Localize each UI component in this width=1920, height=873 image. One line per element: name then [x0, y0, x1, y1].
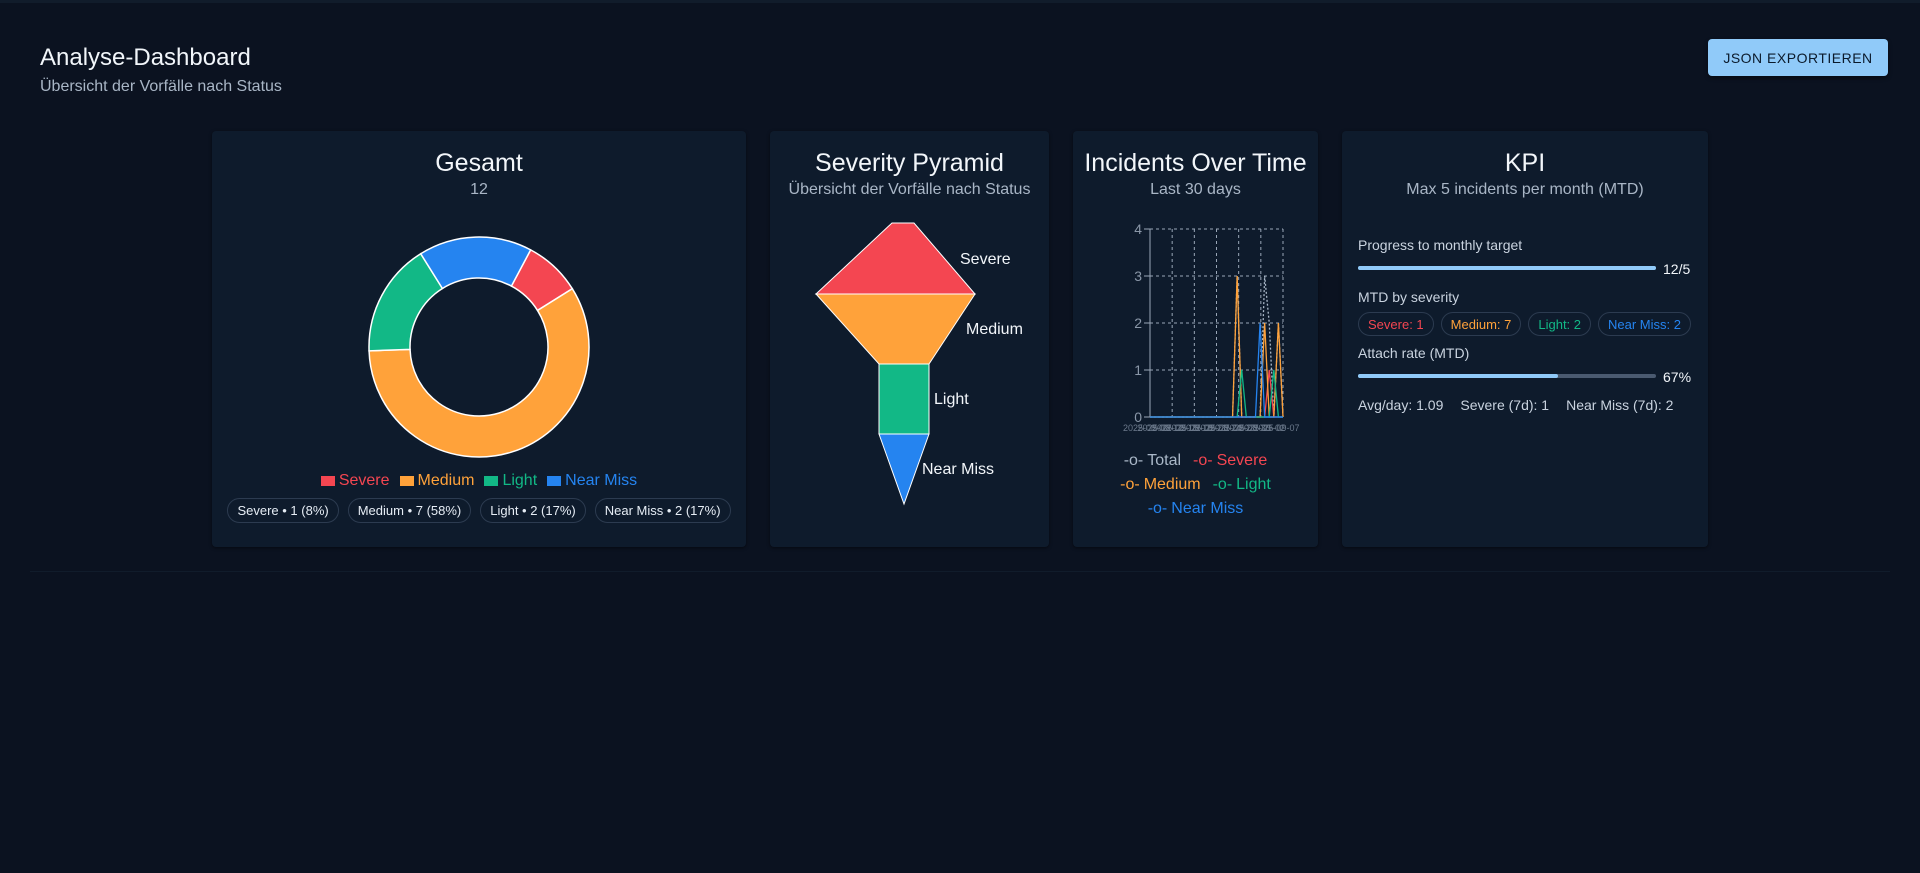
mtd-chip-medium: Medium: 7	[1440, 312, 1522, 336]
y-tick-label: 3	[1134, 268, 1142, 284]
pyramid-label-severe: Severe	[960, 251, 1011, 268]
progress-value: 12/5	[1663, 261, 1691, 277]
pyramid-label-near-miss: Near Miss	[922, 461, 994, 478]
donut-legend: Severe Medium Light Near Miss	[212, 472, 746, 490]
top-border	[0, 0, 1920, 3]
legend-item-light[interactable]: Light	[484, 472, 537, 490]
page-header: Analyse-Dashboard Übersicht der Vorfälle…	[40, 44, 282, 96]
mtd-chip-severe: Severe: 1	[1358, 312, 1434, 336]
tl-item-light[interactable]: -o- Light	[1213, 476, 1271, 494]
pyramid-segment-severe[interactable]	[814, 222, 977, 295]
bottom-divider	[30, 571, 1890, 572]
chip-medium: Medium • 7 (58%)	[347, 498, 472, 523]
legend-item-near-miss[interactable]: Near Miss	[547, 472, 637, 490]
legend-label-severe: Severe	[338, 472, 390, 489]
legend-swatch-medium	[399, 476, 414, 486]
pyramid-label-medium: Medium	[966, 321, 1023, 338]
kpi-card: KPI Max 5 incidents per month (MTD) Prog…	[1342, 131, 1708, 547]
legend-label-near-miss: Near Miss	[565, 472, 638, 489]
progress-bar	[1358, 266, 1656, 270]
donut-chips: Severe • 1 (8%) Medium • 7 (58%) Light •…	[212, 498, 746, 523]
donut-slice-near-miss[interactable]	[419, 236, 532, 290]
pyramid-segment-light[interactable]	[878, 363, 930, 435]
legend-swatch-severe	[320, 476, 335, 486]
stat-severe-7d: Severe (7d): 1	[1460, 397, 1550, 413]
incidents-line-chart: 012342025-08-092025-08-122025-08-152025-…	[1123, 221, 1300, 433]
tl-item-medium[interactable]: -o- Medium	[1120, 476, 1200, 494]
stat-near-miss-7d: Near Miss (7d): 2	[1566, 397, 1674, 413]
kpi-stats: Avg/day: 1.09 Severe (7d): 1 Near Miss (…	[1358, 397, 1673, 413]
mtd-label: MTD by severity	[1358, 289, 1460, 305]
tl-item-near-miss[interactable]: -o- Near Miss	[1148, 500, 1244, 518]
progress-label: Progress to monthly target	[1358, 237, 1523, 253]
kpi-card-title: KPI	[1504, 149, 1546, 177]
progress-bar-fill	[1358, 266, 1656, 270]
tl-item-severe[interactable]: -o- Severe	[1193, 452, 1267, 470]
tl-item-total[interactable]: -o- Total	[1124, 452, 1181, 470]
page-title: Analyse-Dashboard	[40, 44, 251, 71]
mtd-chip-light: Light: 2	[1528, 312, 1592, 336]
legend-item-severe[interactable]: Severe	[320, 472, 390, 490]
kpi-card-subtitle: Max 5 incidents per month (MTD)	[1406, 181, 1644, 198]
total-card: Gesamt 12 Severe Medium Light Near Miss …	[212, 131, 746, 547]
mtd-chips: Severe: 1 Medium: 7 Light: 2 Near Miss: …	[1358, 312, 1691, 336]
pyramid-segment-medium[interactable]	[814, 293, 976, 365]
donut-chart	[368, 236, 590, 458]
tl-label-near-miss: Near Miss	[1171, 500, 1244, 517]
attach-value: 67%	[1663, 369, 1692, 385]
pyramid-card: Severity Pyramid Übersicht der Vorfälle …	[770, 131, 1049, 547]
series-marker-icon: -o-	[1193, 452, 1213, 469]
time-card: Incidents Over Time Last 30 days 0 1 2 3 4 20…	[1073, 131, 1318, 547]
attach-bar	[1358, 374, 1656, 378]
y-tick-label: 4	[1134, 221, 1142, 237]
series-marker-icon: -o-	[1123, 452, 1144, 469]
tl-label-medium: Medium	[1143, 476, 1201, 493]
pyramid-label-light: Light	[934, 391, 969, 408]
mtd-chip-near-miss: Near Miss: 2	[1598, 312, 1691, 336]
x-tick-label: 2025-09-07	[1254, 423, 1300, 433]
tl-label-light: Light	[1236, 476, 1271, 493]
chip-light: Light • 2 (17%)	[480, 498, 586, 523]
legend-item-medium[interactable]: Medium	[399, 472, 475, 490]
chip-severe: Severe • 1 (8%)	[227, 498, 339, 523]
legend-label-medium: Medium	[417, 472, 475, 489]
stat-avg-day: Avg/day: 1.09	[1358, 397, 1444, 413]
time-legend: -o- Total -o- Severe -o- Medium -o- Light -o…	[1073, 449, 1318, 521]
series-marker-icon: -o-	[1212, 476, 1233, 493]
export-json-button[interactable]: JSON EXPORTIEREN	[1708, 39, 1888, 76]
attach-label: Attach rate (MTD)	[1358, 345, 1470, 361]
tl-label-total: Total	[1147, 452, 1182, 469]
severity-pyramid-chart: Severe Medium Light Near Miss	[814, 222, 1023, 506]
attach-bar-fill	[1358, 374, 1558, 378]
legend-label-light: Light	[502, 472, 538, 489]
page-subtitle: Übersicht der Vorfälle nach Status	[40, 78, 282, 95]
y-tick-label: 1	[1134, 362, 1142, 378]
tl-label-severe: Severe	[1216, 452, 1268, 469]
chip-near-miss: Near Miss • 2 (17%)	[594, 498, 731, 523]
legend-swatch-light	[484, 476, 499, 486]
series-marker-icon: -o-	[1147, 500, 1168, 517]
y-tick-label: 2	[1134, 315, 1142, 331]
legend-swatch-near-miss	[547, 476, 562, 486]
series-marker-icon: -o-	[1120, 476, 1140, 493]
